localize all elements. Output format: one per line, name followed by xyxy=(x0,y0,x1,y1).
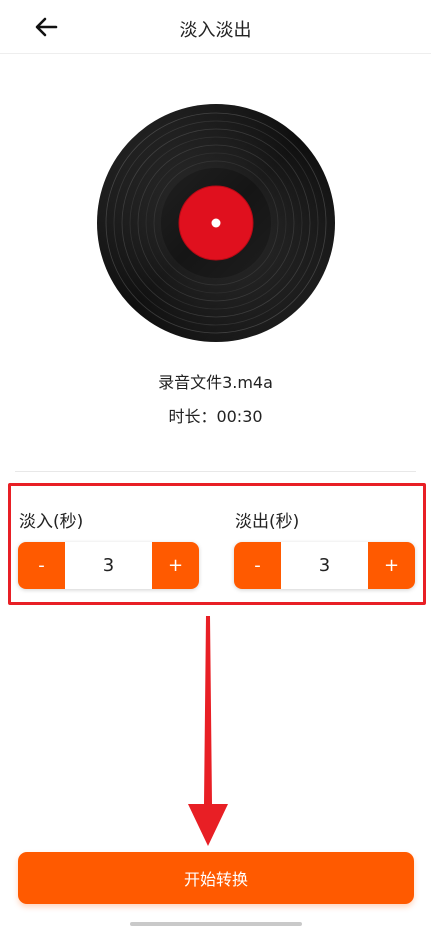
fade-out-increase-button[interactable]: + xyxy=(368,542,415,589)
fade-out-label: 淡出(秒) xyxy=(235,512,300,532)
fade-in-increase-button[interactable]: + xyxy=(152,542,199,589)
screen: 淡入淡出 录音文件3.m4a 时长：00:30 淡入(秒) - 3 + 淡出(秒… xyxy=(0,0,431,928)
divider xyxy=(15,471,416,472)
audio-duration: 时长：00:30 xyxy=(168,407,263,426)
vinyl-record-image xyxy=(96,103,336,343)
fade-in-value[interactable]: 3 xyxy=(65,542,152,589)
arrow-down-icon xyxy=(188,616,228,846)
fade-settings-panel: 淡入(秒) - 3 + 淡出(秒) - 3 + xyxy=(8,483,426,605)
home-indicator xyxy=(130,922,302,926)
fade-in-stepper: - 3 + xyxy=(18,542,199,589)
fade-out-decrease-button[interactable]: - xyxy=(234,542,281,589)
fade-out-stepper: - 3 + xyxy=(234,542,415,589)
audio-file-name: 录音文件3.m4a xyxy=(158,373,273,392)
fade-out-value[interactable]: 3 xyxy=(281,542,368,589)
page-title: 淡入淡出 xyxy=(179,20,252,41)
start-convert-button[interactable]: 开始转换 xyxy=(18,852,414,904)
fade-in-label: 淡入(秒) xyxy=(19,512,84,532)
top-bar: 淡入淡出 xyxy=(0,0,431,54)
fade-in-decrease-button[interactable]: - xyxy=(18,542,65,589)
